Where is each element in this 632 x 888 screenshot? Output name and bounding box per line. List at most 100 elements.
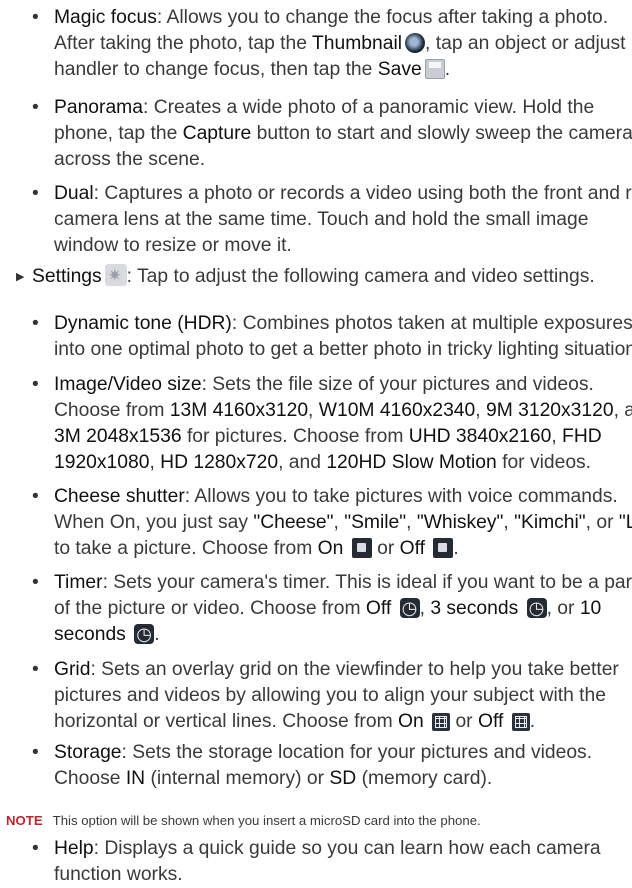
cheese-title: Cheese shutter	[54, 486, 185, 507]
storage-text: (memory card).	[361, 768, 493, 789]
help-item: • Help: Displays a quick guide so you can…	[32, 836, 630, 888]
settings-title: Settings	[32, 266, 102, 287]
timer-off-icon	[399, 595, 420, 621]
grid-title: Grid	[54, 659, 91, 680]
on-label: On	[398, 711, 424, 732]
grid-text: Sets an overlay grid on the viewfinder t…	[101, 659, 619, 680]
sd-label: SD	[329, 768, 357, 789]
timer-text: of the picture or video. Choose from	[54, 598, 361, 619]
bullet: •	[32, 97, 39, 118]
note: NOTE This option will be shown when you i…	[6, 812, 630, 830]
grid-on-icon	[432, 713, 451, 731]
dual-item: • Dual: Captures a photo or records a vid…	[32, 181, 632, 259]
voice-word: "Whiskey"	[416, 512, 504, 533]
bullet: •	[32, 183, 39, 204]
dual-text: camera lens at the same time. Touch and …	[54, 209, 589, 230]
bullet: •	[32, 742, 39, 763]
size-option: 9M 3120x3120	[485, 400, 614, 421]
grid-text: horizontal or vertical lines. Choose fro…	[54, 711, 393, 732]
help-text: Displays a quick guide so you can learn …	[104, 838, 601, 859]
panorama-text: across the scene.	[54, 149, 206, 170]
cheese-text: Allows you to take pictures with voice c…	[194, 486, 618, 507]
storage-text: Sets the storage location for your pictu…	[132, 742, 593, 763]
grid-item: • Grid: Sets an overlay grid on the viewf…	[32, 657, 630, 735]
panorama-text: Creates a wide photo of a panoramic view…	[153, 97, 595, 118]
magic-focus-title: Magic focus	[54, 7, 157, 28]
image-size-text: Sets the file size of your pictures and …	[212, 374, 594, 395]
dual-title: Dual	[54, 183, 94, 204]
size-option: W10M 4160x2340	[318, 400, 476, 421]
save-icon	[424, 59, 445, 79]
bullet: •	[32, 572, 39, 593]
size-option: 120HD Slow Motion	[326, 452, 497, 473]
settings-item: ▶Settings: Tap to adjust the following c…	[16, 263, 630, 290]
image-size-text: and	[288, 452, 321, 473]
size-option: 13M 4160x3120	[169, 400, 309, 421]
triangle-bullet-icon: ▶	[16, 271, 25, 283]
dynamic-tone-text: into one optimal photo to get a better p…	[54, 339, 632, 360]
bullet: •	[32, 486, 39, 507]
timer-10s-icon	[134, 621, 155, 647]
bullet: •	[32, 838, 39, 859]
storage-title: Storage	[54, 742, 122, 763]
image-video-size-item: • Image/Video size: Sets the file size of…	[32, 372, 632, 476]
grid-text: pictures and videos by allowing you to a…	[54, 685, 606, 706]
off-label: Off	[477, 711, 504, 732]
size-option: UHD 3840x2160	[408, 426, 552, 447]
timer-item: • Timer: Sets your camera's timer. This i…	[32, 570, 632, 648]
capture-label: Capture	[182, 123, 252, 144]
on-label: On	[317, 538, 344, 559]
magic-focus-item: • Magic focus: Allows you to change the f…	[32, 7, 626, 80]
off-label: Off	[365, 598, 392, 619]
settings-gear-icon	[104, 263, 127, 289]
help-text: function works.	[54, 864, 183, 885]
note-text: This option will be shown when you inser…	[52, 813, 481, 828]
timer-text: Sets your camera's timer. This is ideal …	[113, 572, 632, 593]
image-size-text: for pictures. Choose from	[186, 426, 404, 447]
panorama-text: phone, tap the	[54, 123, 178, 144]
panorama-title: Panorama	[54, 97, 143, 118]
size-option: HD 1280x720	[160, 452, 279, 473]
off-label: Off	[399, 538, 425, 559]
cheese-on-icon	[351, 538, 372, 558]
grid-off-icon	[511, 713, 530, 731]
bullet: •	[32, 313, 39, 334]
thumbnail-icon	[405, 33, 426, 53]
size-option: 3M 2048x1536	[54, 426, 182, 447]
three-seconds-label: 3 seconds	[430, 598, 519, 619]
bullet: •	[32, 7, 39, 28]
cheese-text: When On, you just say	[54, 512, 248, 533]
magic-focus-text: , tap an object or adjust	[425, 33, 626, 54]
storage-text: (internal memory) or	[150, 768, 325, 789]
grid-text: or	[455, 711, 473, 732]
cheese-text: or	[596, 512, 614, 533]
thumbnail-label: Thumbnail	[312, 33, 403, 54]
magic-focus-text: handler to change focus, then tap the	[54, 59, 373, 80]
panorama-text: button to start and slowly sweep the cam…	[256, 123, 632, 144]
cheese-text: or	[377, 538, 395, 559]
size-option: 1920x1080	[54, 452, 150, 473]
voice-word: "Smile"	[344, 512, 407, 533]
dual-text: Captures a photo or records a video usin…	[104, 183, 632, 204]
magic-focus-text: Allows you to change the focus after tak…	[166, 7, 609, 28]
storage-text: Choose	[54, 768, 121, 789]
note-label: NOTE	[6, 813, 43, 828]
storage-item: • Storage: Sets the storage location for …	[32, 742, 593, 789]
timer-text: , or	[546, 598, 575, 619]
dynamic-tone-title: Dynamic tone (HDR)	[54, 313, 232, 334]
cheese-shutter-item: • Cheese shutter: Allows you to take pict…	[32, 484, 632, 562]
image-size-text: for videos.	[502, 452, 592, 473]
seconds-label: seconds	[54, 624, 126, 645]
size-option: FHD	[562, 426, 602, 447]
cheese-text: to take a picture. Choose from	[54, 538, 313, 559]
image-size-text: and	[624, 400, 632, 421]
voice-word: "Cheese"	[253, 512, 334, 533]
image-size-title: Image/Video size	[54, 374, 202, 395]
magic-focus-text: After taking the photo, tap the	[54, 33, 307, 54]
dynamic-tone-text: Combines photos taken at multiple exposu…	[242, 313, 632, 334]
voice-word: "LG"	[618, 512, 632, 533]
bullet: •	[32, 374, 39, 395]
dynamic-tone-item: • Dynamic tone (HDR): Combines photos tak…	[32, 311, 632, 363]
dual-text: window to resize or move it.	[54, 235, 292, 256]
help-title: Help	[54, 838, 94, 859]
